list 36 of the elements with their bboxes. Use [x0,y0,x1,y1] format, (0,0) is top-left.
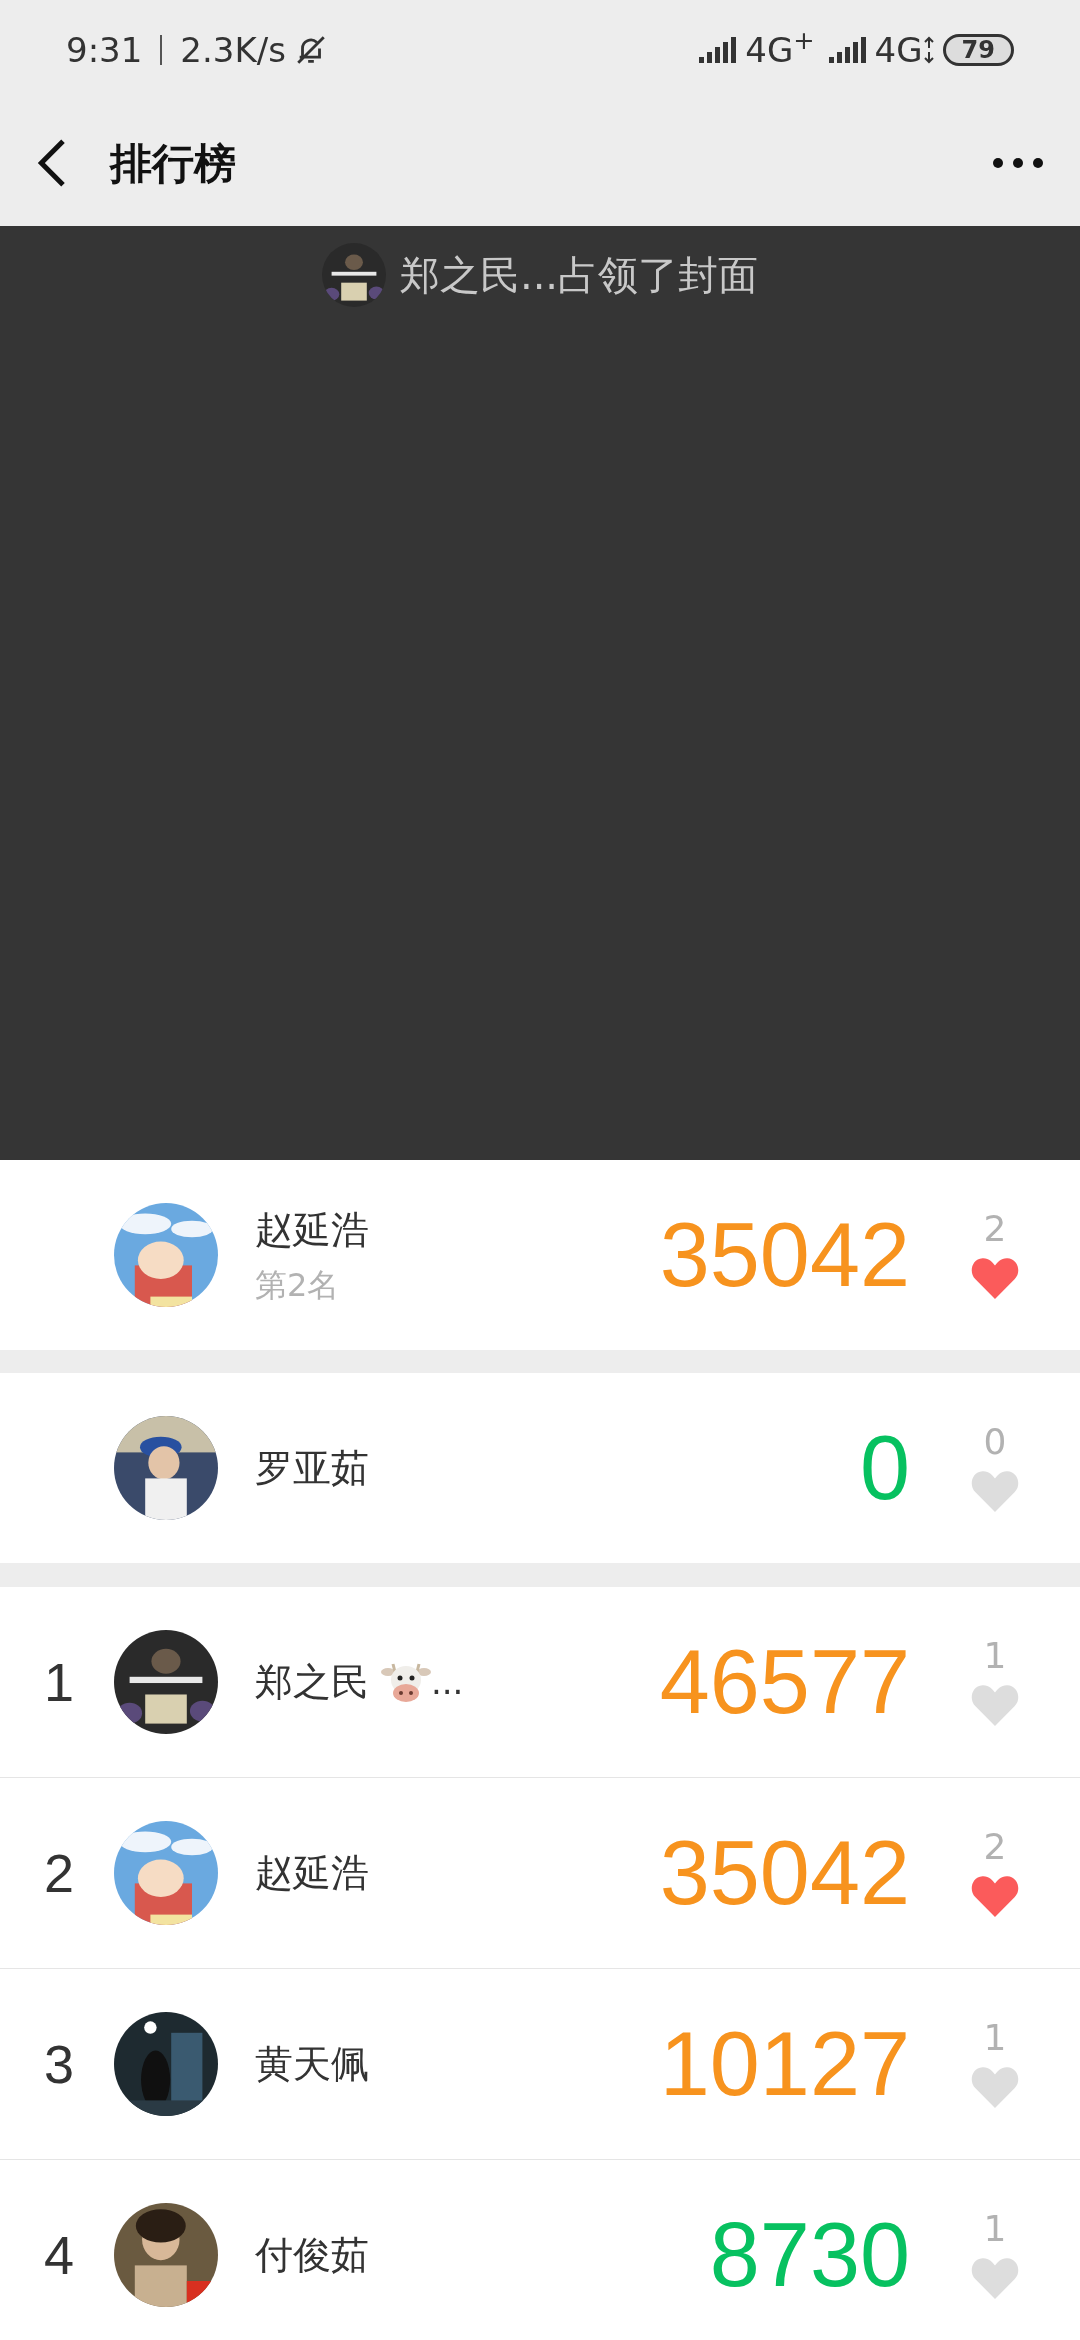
like-count: 0 [983,1424,1007,1460]
status-time: 9:31 [66,28,143,72]
rank-label: 第2名 [255,1264,341,1306]
step-count: 46577 [659,1637,910,1727]
user-name: 赵延浩 [255,1849,369,1897]
network-speed: 2.3K/s [180,28,286,72]
data-arrows-icon [922,36,935,64]
battery-indicator: 79 [942,34,1014,66]
heart-icon[interactable] [970,1873,1020,1917]
network-type: 4G$^{+}$ [745,24,815,72]
like-count: 1 [983,2211,1007,2247]
heart-icon[interactable] [970,1255,1020,1299]
step-count: 10127 [659,2019,910,2109]
like-count: 2 [983,1211,1007,1247]
like-count: 1 [983,1638,1007,1674]
user-name: 郑之民 [255,1658,369,1706]
step-count: 35042 [659,1828,910,1918]
step-count: 8730 [709,2210,910,2300]
user-name: 黄天佩 [255,2040,369,2088]
rank-number: 3 [43,2032,74,2096]
signal-icon [828,37,869,63]
step-count: 35042 [659,1210,910,1300]
user-name: 付俊茹 [255,2231,369,2279]
network-type: 4G [874,28,923,72]
like-count: 1 [983,2020,1007,2056]
rank-number: 1 [43,1650,74,1714]
rank-number: 2 [43,1841,74,1905]
user-name: 赵延浩 [255,1206,369,1254]
more-icon[interactable] [992,157,1044,169]
step-count: 0 [859,1423,910,1513]
rank-number: 4 [43,2223,74,2287]
like-count: 2 [983,1829,1007,1865]
cover-caption: 郑之民...占领了封面 [399,251,759,300]
user-name: 罗亚茹 [255,1444,369,1492]
page-title: 排行榜 [110,137,236,190]
name-ellipsis: ... [431,1660,464,1704]
